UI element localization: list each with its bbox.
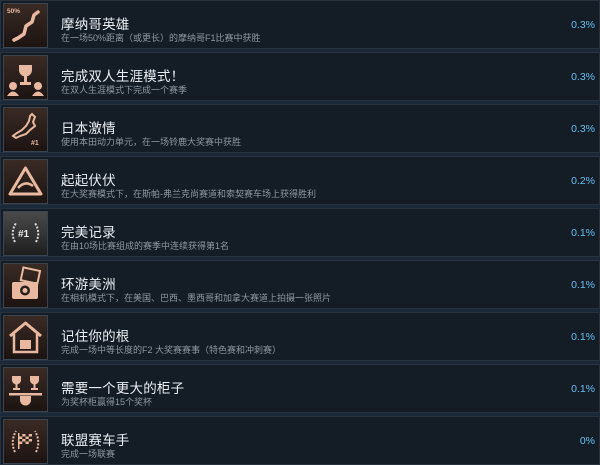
achievement-percent: 0.1% <box>571 227 595 239</box>
japan-map-icon: #1 <box>3 107 48 152</box>
achievement-title: 摩纳哥英雄 <box>61 17 130 32</box>
achievement-title: 需要一个更大的柜子 <box>61 381 185 396</box>
trophy-cabinet-icon <box>3 367 48 412</box>
svg-text:50%: 50% <box>7 8 20 15</box>
laurel-flag-icon <box>3 419 48 464</box>
achievement-title: 日本激情 <box>61 121 116 136</box>
monaco-track-icon: 50% <box>3 3 48 48</box>
achievement-percent: 0.1% <box>571 383 595 395</box>
achievement-title: 完美记录 <box>61 225 116 240</box>
laurel-number-one-icon: #1 <box>3 211 48 256</box>
achievement-title: 起起伏伏 <box>61 173 116 188</box>
achievement-percent: 0.3% <box>571 19 595 31</box>
achievement-percent: 0.1% <box>571 279 595 291</box>
achievement-row[interactable]: #1 完美记录 在由10场比赛组成的赛季中连续获得第1名 0.1% <box>0 208 600 257</box>
achievement-title: 环游美洲 <box>61 277 116 292</box>
home-f2-icon <box>3 315 48 360</box>
achievement-percent: 0.1% <box>571 331 595 343</box>
achievement-description: 为奖杯柜赢得15个奖杯 <box>61 397 153 407</box>
achievement-row[interactable]: 完成双人生涯模式！ 在双人生涯模式下完成一个赛季 0.3% <box>0 52 600 101</box>
achievement-row[interactable]: 联盟赛车手 完成一场联赛 0% <box>0 416 600 465</box>
achievement-description: 在由10场比赛组成的赛季中连续获得第1名 <box>61 241 230 251</box>
camera-photos-icon <box>3 263 48 308</box>
achievement-row[interactable]: 记住你的根 完成一场中等长度的F2 大奖赛赛事（特色赛和冲刺赛） 0.1% <box>0 312 600 361</box>
achievement-list: 50% 摩纳哥英雄 在一场50%距离（或更长）的摩纳哥F1比赛中获胜 0.3% <box>0 0 600 465</box>
achievement-description: 使用本田动力单元，在一场铃鹿大奖赛中获胜 <box>61 137 242 147</box>
achievement-description: 完成一场中等长度的F2 大奖赛赛事（特色赛和冲刺赛） <box>61 345 282 355</box>
achievement-description: 在一场50%距离（或更长）的摩纳哥F1比赛中获胜 <box>61 33 261 43</box>
warning-triangle-icon <box>3 159 48 204</box>
achievement-description: 在双人生涯模式下完成一个赛季 <box>61 85 188 95</box>
achievement-percent: 0.3% <box>571 123 595 135</box>
achievement-row[interactable]: 需要一个更大的柜子 为奖杯柜赢得15个奖杯 0.1% <box>0 364 600 413</box>
achievement-title: 联盟赛车手 <box>61 433 130 448</box>
svg-text:#1: #1 <box>31 140 39 147</box>
achievement-row[interactable]: 环游美洲 在相机模式下，在美国、巴西、墨西哥和加拿大赛道上拍摄一张照片 0.1% <box>0 260 600 309</box>
achievement-description: 完成一场联赛 <box>61 449 116 459</box>
achievement-description: 在相机模式下，在美国、巴西、墨西哥和加拿大赛道上拍摄一张照片 <box>61 293 332 303</box>
achievement-percent: 0.2% <box>571 175 595 187</box>
achievement-title: 完成双人生涯模式！ <box>61 69 185 84</box>
achievement-row[interactable]: #1 日本激情 使用本田动力单元，在一场铃鹿大奖赛中获胜 0.3% <box>0 104 600 153</box>
achievement-title: 记住你的根 <box>61 329 130 344</box>
achievement-row[interactable]: 50% 摩纳哥英雄 在一场50%距离（或更长）的摩纳哥F1比赛中获胜 0.3% <box>0 0 600 49</box>
achievement-row[interactable]: 起起伏伏 在大奖赛模式下，在斯帕-弗兰克尚赛道和索契赛车场上获得胜利 0.2% <box>0 156 600 205</box>
achievement-description: 在大奖赛模式下，在斯帕-弗兰克尚赛道和索契赛车场上获得胜利 <box>61 189 316 199</box>
achievement-percent: 0% <box>579 435 595 447</box>
two-player-trophy-icon <box>3 55 48 100</box>
svg-text:#1: #1 <box>18 229 30 240</box>
achievement-percent: 0.3% <box>571 71 595 83</box>
